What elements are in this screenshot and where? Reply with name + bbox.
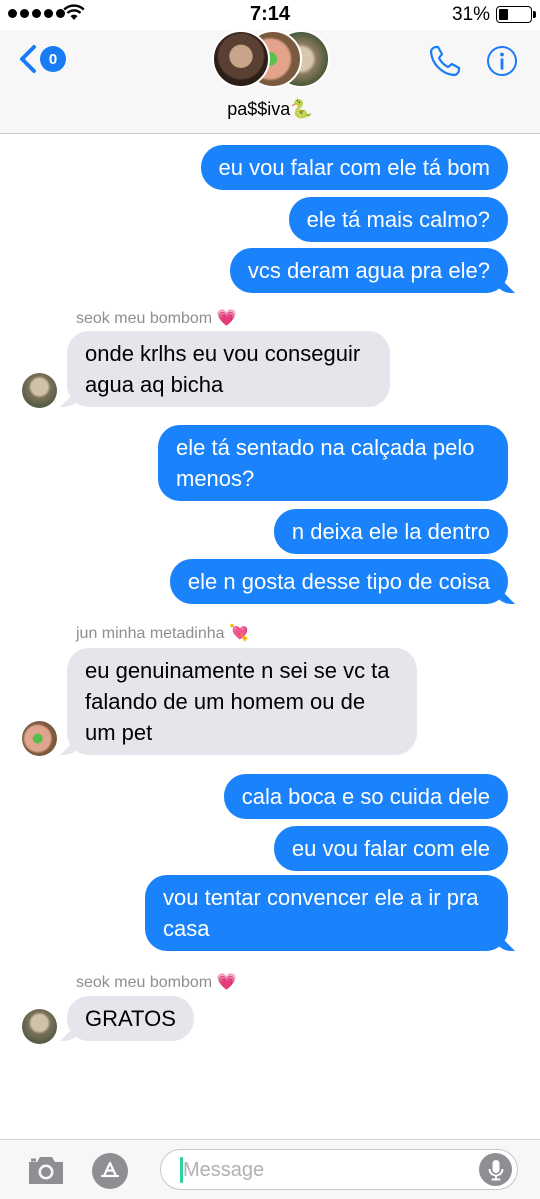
message-input[interactable] — [183, 1156, 473, 1184]
microphone-button[interactable] — [479, 1153, 512, 1186]
message-input-bar — [0, 1139, 540, 1199]
phone-icon[interactable] — [428, 44, 462, 78]
outgoing-message[interactable]: n deixa ele la dentro — [273, 509, 508, 554]
battery-percent: 31% — [451, 4, 490, 25]
outgoing-message[interactable]: cala boca e so cuida dele — [223, 774, 508, 819]
sender-name: jun minha metadinha 💘 — [76, 625, 249, 642]
avatar[interactable] — [22, 373, 57, 408]
info-icon[interactable] — [486, 45, 518, 77]
sender-name: seok meu bombom 💗 — [76, 310, 237, 327]
incoming-message[interactable]: onde krlhs eu vou conseguir agua aq bich… — [67, 331, 390, 407]
group-name[interactable]: pa$$iva🐍 — [0, 99, 540, 120]
sender-name: seok meu bombom 💗 — [76, 974, 237, 991]
message-list[interactable]: eu vou falar com ele tá bom ele tá mais … — [0, 134, 540, 1139]
outgoing-message[interactable]: eu vou falar com ele — [273, 826, 508, 871]
outgoing-message[interactable]: ele tá sentado na calçada pelo menos? — [158, 425, 508, 501]
conversation-header: 0 pa$$iva🐍 — [0, 30, 540, 134]
outgoing-message[interactable]: eu vou falar com ele tá bom — [200, 145, 508, 190]
unread-count-badge: 0 — [40, 46, 66, 72]
incoming-message[interactable]: GRATOS — [67, 996, 194, 1041]
outgoing-message[interactable]: ele n gosta desse tipo de coisa — [169, 559, 508, 604]
app-store-button[interactable] — [92, 1153, 128, 1189]
battery-icon — [496, 6, 536, 23]
avatar[interactable] — [22, 1009, 57, 1044]
outgoing-message[interactable]: ele tá mais calmo? — [288, 197, 508, 242]
avatar[interactable] — [22, 721, 57, 756]
back-chevron-icon — [20, 45, 36, 73]
status-bar: 7:14 31% — [0, 0, 540, 30]
app-store-icon — [100, 1161, 120, 1178]
incoming-message[interactable]: eu genuinamente n sei se vc ta falando d… — [67, 648, 417, 755]
message-field[interactable] — [160, 1149, 518, 1190]
outgoing-message[interactable]: vcs deram agua pra ele? — [229, 248, 508, 293]
outgoing-message[interactable]: vou tentar convencer ele a ir pra casa — [145, 875, 508, 951]
avatar — [212, 30, 270, 88]
camera-icon[interactable] — [26, 1154, 66, 1186]
microphone-icon — [488, 1159, 503, 1180]
group-avatars[interactable] — [212, 30, 332, 90]
back-button[interactable]: 0 — [18, 44, 66, 74]
